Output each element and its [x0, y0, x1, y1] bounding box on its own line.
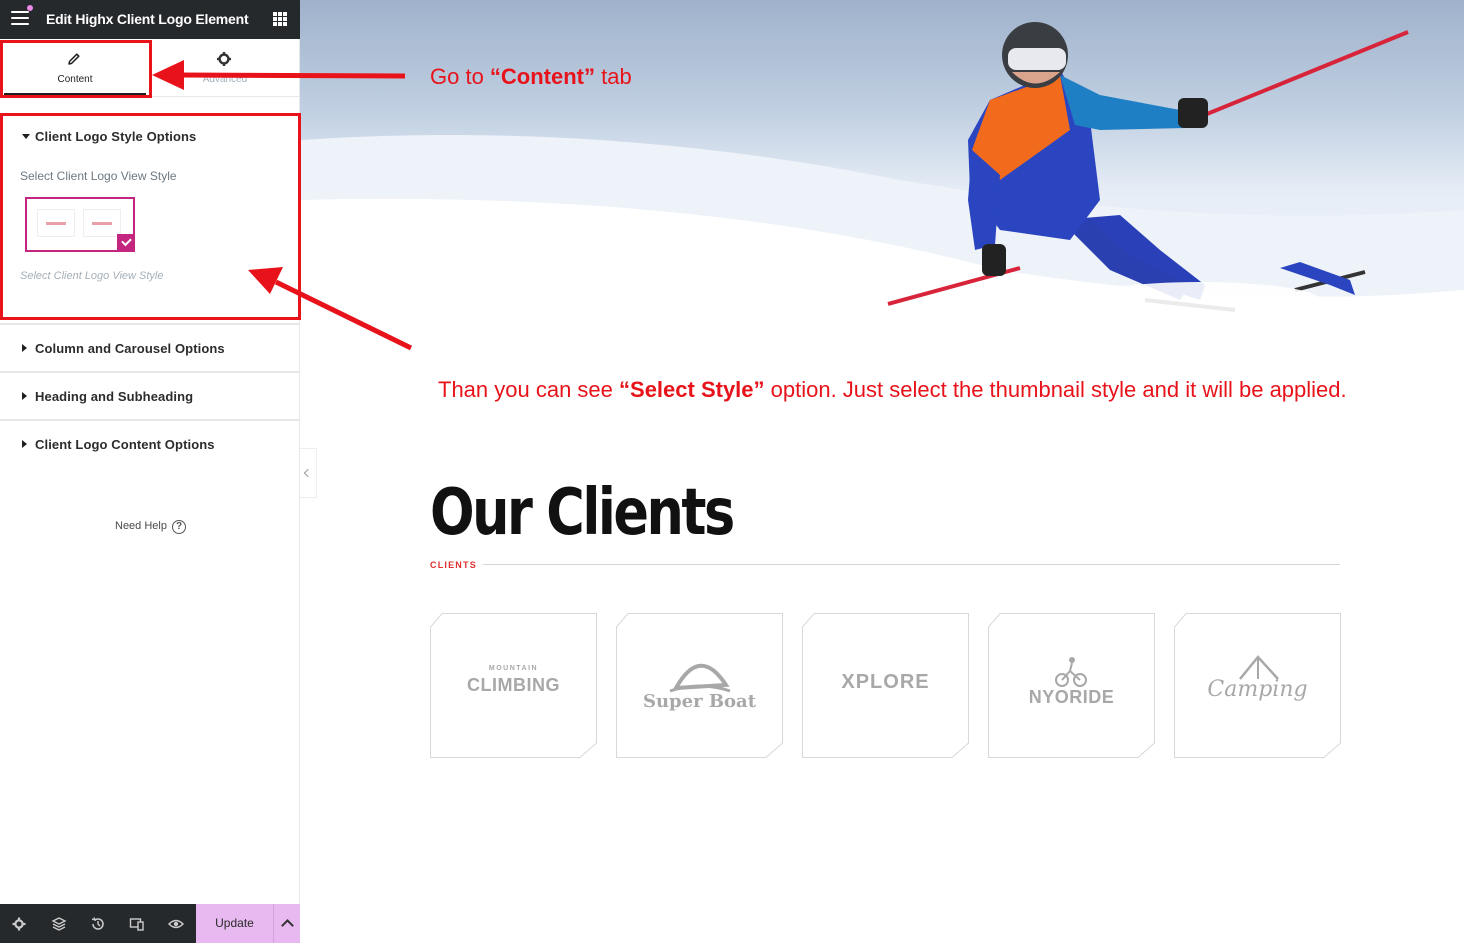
style-field-label: Select Client Logo View Style	[20, 169, 177, 183]
panel-header: Edit Highx Client Logo Element	[0, 0, 300, 39]
checkmark-icon	[117, 234, 135, 252]
tab-advanced-label: Advanced	[202, 74, 248, 85]
caret-right-icon	[22, 440, 27, 448]
annotation-text: Go to	[430, 64, 490, 89]
logo-subtext: MOUNTAIN	[488, 665, 539, 672]
client-logo-nyoride[interactable]: NYORIDE	[988, 613, 1155, 758]
thumbnail-preview-card	[37, 209, 75, 237]
skier-illustration	[300, 22, 1464, 320]
screen: Edit Highx Client Logo Element Content A…	[0, 0, 1464, 943]
section-client-logo-content[interactable]: Client Logo Content Options	[0, 421, 300, 469]
panel-tabs: Content Advanced	[0, 39, 300, 97]
annotation-content-tab: Go to “Content” tab	[430, 64, 632, 90]
editor-panel: Edit Highx Client Logo Element Content A…	[0, 0, 300, 943]
section-label: Column and Carousel Options	[35, 341, 225, 356]
section-heading-subheading[interactable]: Heading and Subheading	[0, 373, 300, 421]
active-tab-indicator	[4, 93, 146, 96]
logo-name: XPLORE	[841, 671, 930, 693]
update-button[interactable]: Update	[196, 904, 273, 943]
section-client-logo-style[interactable]: Client Logo Style Options	[0, 113, 300, 161]
style-thumbnail-option[interactable]	[25, 197, 135, 252]
annotation-emphasis: “Select Style”	[619, 377, 765, 402]
clients-subheading: CLIENTS	[430, 560, 477, 570]
panel-collapse-toggle[interactable]	[300, 448, 317, 498]
panel-footer: Update	[0, 904, 300, 943]
tab-content-label: Content	[57, 74, 93, 85]
clients-divider	[483, 564, 1340, 565]
menu-icon[interactable]	[11, 11, 29, 27]
logo-card-frame	[988, 613, 1155, 758]
logo-name: Camping	[1207, 677, 1308, 702]
style-field-description: Select Client Logo View Style	[20, 270, 164, 282]
thumbnail-preview-card	[83, 209, 121, 237]
clients-heading: Our Clients	[430, 476, 735, 550]
annotation-text: Than you can see	[438, 377, 620, 402]
settings-icon[interactable]	[11, 916, 27, 932]
caret-down-icon	[22, 134, 30, 139]
responsive-icon[interactable]	[129, 916, 145, 932]
panel-title: Edit Highx Client Logo Element	[46, 11, 249, 27]
notification-dot	[27, 5, 33, 11]
annotation-select-style: Than you can see “Select Style” option. …	[438, 377, 1347, 403]
logo-card-frame	[616, 613, 783, 758]
hero-image-skier	[300, 0, 1464, 320]
annotation-text: option. Just select the thumbnail style …	[764, 377, 1347, 402]
widgets-grid-icon[interactable]	[273, 12, 287, 26]
caret-right-icon	[22, 344, 27, 352]
logo-name: CLIMBING	[467, 675, 560, 695]
annotation-text: tab	[595, 64, 632, 89]
preview-eye-icon[interactable]	[168, 916, 184, 932]
section-column-carousel[interactable]: Column and Carousel Options	[0, 325, 300, 373]
section-label: Client Logo Content Options	[35, 437, 215, 452]
logo-name: Super Boat	[642, 691, 757, 712]
question-circle-icon[interactable]: ?	[172, 520, 186, 534]
section-label: Heading and Subheading	[35, 389, 194, 404]
chevron-up-icon[interactable]	[273, 904, 300, 943]
section-label: Client Logo Style Options	[35, 129, 197, 144]
client-logo-super-boat[interactable]: Super Boat	[616, 613, 783, 758]
pencil-icon	[68, 53, 80, 65]
history-icon[interactable]	[90, 916, 106, 932]
annotation-emphasis: “Content”	[489, 64, 596, 89]
logo-name: NYORIDE	[1028, 687, 1115, 707]
tab-content[interactable]: Content	[0, 39, 150, 96]
caret-right-icon	[22, 392, 27, 400]
need-help-link[interactable]: Need Help	[115, 520, 167, 532]
gear-icon	[217, 52, 231, 66]
client-logo-climbing[interactable]: MOUNTAIN CLIMBING	[430, 613, 597, 758]
client-logo-xplore[interactable]: XPLORE	[802, 613, 969, 758]
tab-advanced[interactable]: Advanced	[150, 39, 300, 96]
layers-icon[interactable]	[51, 916, 67, 932]
client-logo-camping[interactable]: Camping	[1174, 613, 1341, 758]
